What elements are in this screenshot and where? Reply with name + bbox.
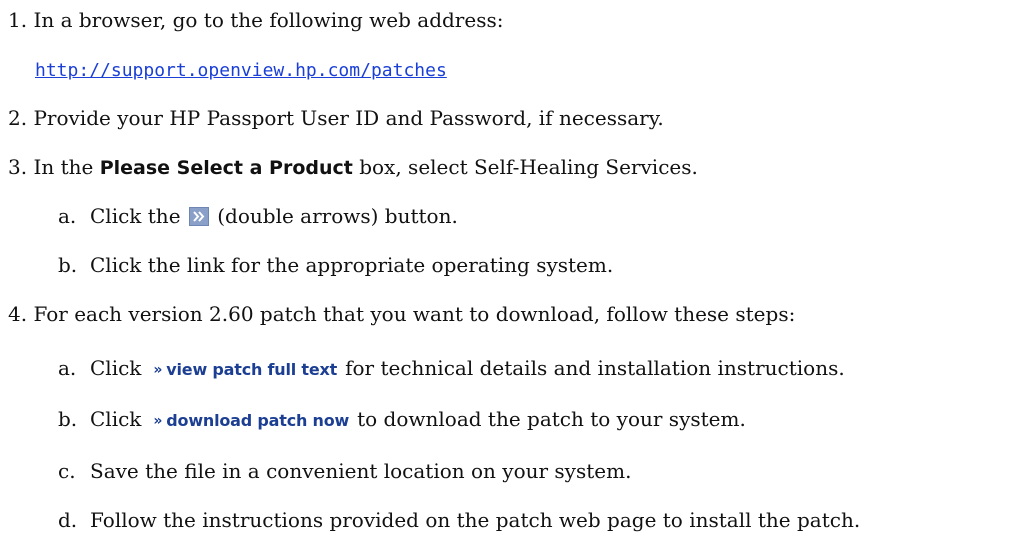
step-3b: b. Click the link for the appropriate op… — [0, 253, 1033, 277]
url-line: http://support.openview.hp.com/patches — [35, 57, 447, 83]
step-4c: c. Save the file in a convenient locatio… — [0, 459, 1033, 483]
step-number: 4. — [8, 302, 28, 326]
step-text: In a browser, go to the following web ad… — [33, 8, 504, 32]
step-3: 3. In the Please Select a Product box, s… — [8, 155, 698, 180]
step-2: 2. Provide your HP Passport User ID and … — [8, 106, 664, 130]
step-number: 3. — [8, 155, 28, 179]
substep-letter: a. — [58, 204, 77, 228]
step-text-after: box, select Self-Healing Services. — [352, 155, 698, 179]
substep-text-before: Click — [90, 407, 142, 431]
view-patch-full-text-link[interactable]: » view patch full text — [153, 358, 337, 382]
link-label: view patch full text — [166, 360, 338, 379]
raquo-icon: » — [153, 413, 163, 429]
patches-url-link[interactable]: http://support.openview.hp.com/patches — [35, 60, 447, 81]
substep-letter: d. — [58, 508, 78, 532]
step-4b: b. Click » download patch now to download t… — [0, 407, 1033, 431]
step-number: 2. — [8, 106, 28, 130]
step-4a: a. Click » view patch full text for technic… — [0, 356, 1033, 380]
download-patch-now-link[interactable]: » download patch now — [153, 409, 349, 433]
substep-letter: b. — [58, 407, 78, 431]
substep-letter: c. — [58, 459, 76, 483]
step-1: 1. In a browser, go to the following web… — [8, 8, 503, 32]
substep-text: Click » view patch full text for technical … — [90, 356, 845, 382]
substep-letter: a. — [58, 356, 77, 380]
substep-text-after: for technical details and installation i… — [345, 356, 845, 380]
step-text: For each version 2.60 patch that you wan… — [33, 302, 796, 326]
substep-letter: b. — [58, 253, 78, 277]
step-text: Provide your HP Passport User ID and Pas… — [33, 106, 664, 130]
substep-text: Click the (double arrows) button. — [90, 204, 458, 228]
substep-text: Save the file in a convenient location o… — [90, 459, 632, 483]
substep-text: Click » download patch now to download the … — [90, 407, 746, 433]
step-text-before: In the — [33, 155, 100, 179]
substep-text-after: (double arrows) button. — [217, 204, 458, 228]
substep-text: Follow the instructions provided on the … — [90, 508, 861, 532]
link-label: download patch now — [166, 411, 350, 430]
step-4: 4. For each version 2.60 patch that you … — [8, 302, 795, 326]
raquo-icon: » — [153, 362, 163, 378]
substep-text: Click the link for the appropriate opera… — [90, 253, 614, 277]
step-3a: a. Click the (double arrows) button. — [0, 204, 1033, 228]
step-number: 1. — [8, 8, 28, 32]
substep-text-before: Click — [90, 356, 142, 380]
substep-text-after: to download the patch to your system. — [357, 407, 746, 431]
step-4d: d. Follow the instructions provided on t… — [0, 508, 1033, 532]
double-arrow-icon — [188, 207, 209, 226]
substep-text-before: Click the — [90, 204, 181, 228]
product-box-label: Please Select a Product — [99, 157, 353, 179]
